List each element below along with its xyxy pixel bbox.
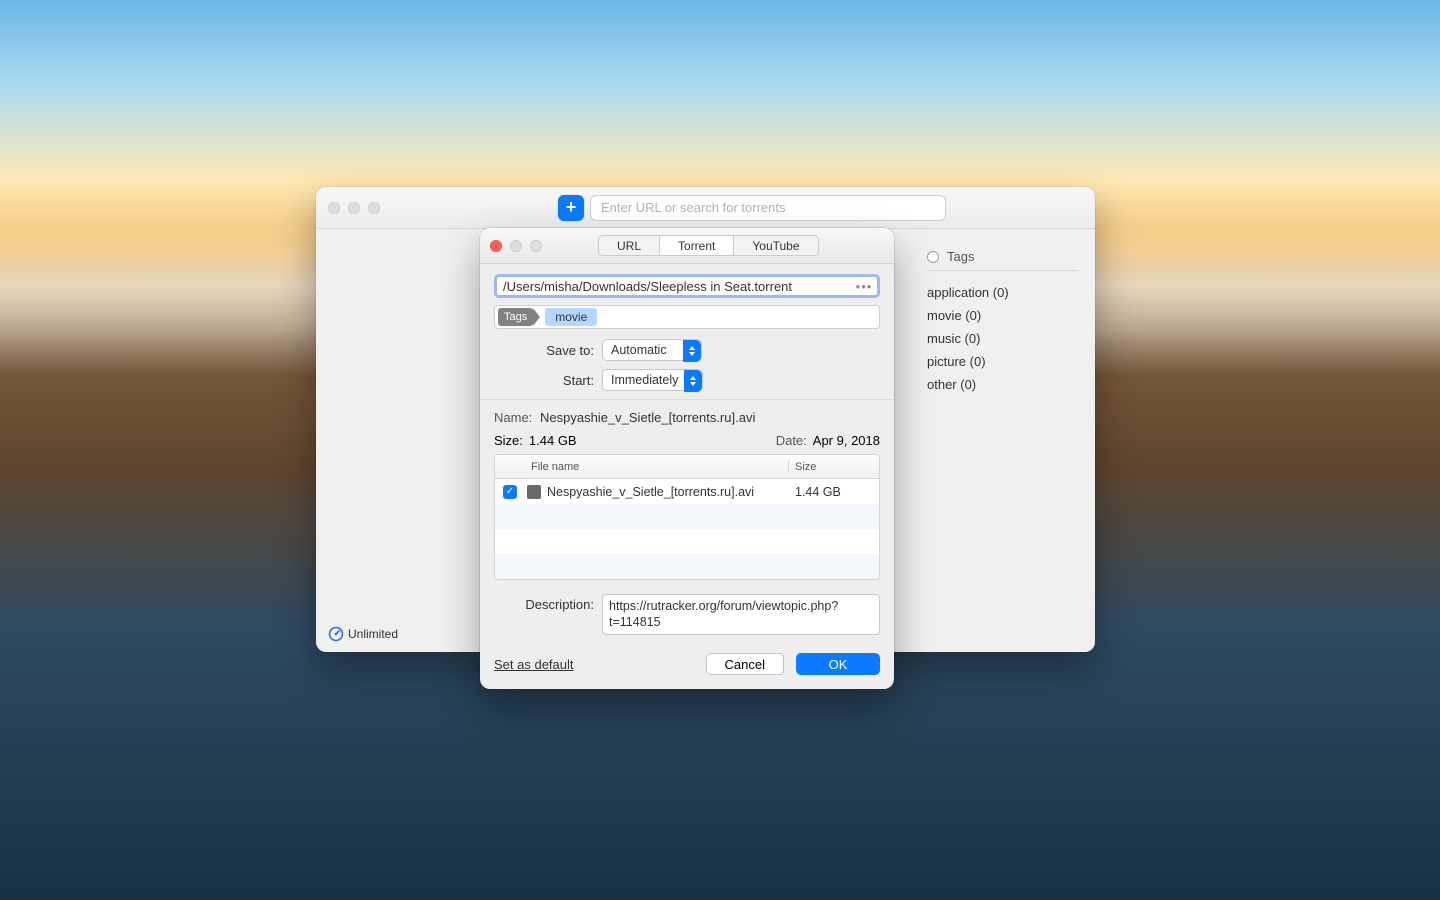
tab-youtube[interactable]: YouTube [734,236,817,255]
add-torrent-dialog: URL Torrent YouTube ••• Tags movie Save … [480,228,894,689]
sidebar-item-music[interactable]: music (0) [927,327,1077,350]
chevron-updown-icon [683,340,701,362]
tag-chip-movie[interactable]: movie [545,308,597,326]
row-filename: Nespyashie_v_Sietle_[torrents.ru].avi [547,485,754,499]
table-row-empty [495,554,879,579]
search-group: + [558,195,946,221]
name-label: Name: [494,410,538,425]
save-to-select[interactable]: Automatic [602,339,702,361]
tags-field[interactable]: Tags movie [494,305,880,329]
row-checkbox[interactable]: ✓ [503,485,517,499]
tab-url[interactable]: URL [599,236,660,255]
sidebar-item-movie[interactable]: movie (0) [927,304,1077,327]
dialog-window-controls [490,240,542,252]
gauge-icon [328,626,344,642]
sidebar-item-picture[interactable]: picture (0) [927,350,1077,373]
table-row-empty [495,504,879,529]
col-size[interactable]: Size [789,461,879,473]
sidebar-item-application[interactable]: application (0) [927,281,1077,304]
select-value: Immediately [611,373,678,387]
select-value: Automatic [611,343,667,357]
dialog-titlebar: URL Torrent YouTube [480,228,894,264]
date-value: Apr 9, 2018 [813,433,880,448]
sidebar-item-label: music (0) [927,331,980,346]
sidebar-item-label: picture (0) [927,354,986,369]
tab-torrent[interactable]: Torrent [660,236,734,255]
file-table: File name Size ✓ Nespyashie_v_Sietle_[to… [494,454,880,580]
tab-label: URL [617,239,641,253]
col-filename[interactable]: File name [525,461,789,473]
sidebar-item-other[interactable]: other (0) [927,373,1077,396]
row-size: 1.44 GB [789,485,879,499]
window-controls [328,202,380,214]
desktop-wallpaper: + Tags application (0) movie (0) music (… [0,0,1440,900]
search-input[interactable] [590,195,946,221]
sidebar-item-label: other (0) [927,377,976,392]
file-path-row: ••• [494,274,880,298]
dialog-zoom-button[interactable] [530,240,542,252]
sidebar-tags: Tags application (0) movie (0) music (0)… [927,249,1077,396]
torrent-meta: Name: Nespyashie_v_Sietle_[torrents.ru].… [480,399,894,448]
set-as-default-link[interactable]: Set as default [494,657,574,672]
tag-chip-label: movie [555,310,587,324]
torrent-path-input[interactable] [494,274,880,298]
dialog-close-button[interactable] [490,240,502,252]
dialog-actions: Set as default Cancel OK [480,635,894,689]
tags-prefix-label: Tags [498,308,533,326]
file-table-header: File name Size [495,455,879,479]
video-file-icon [527,485,541,499]
size-label: Size: [494,433,523,448]
table-row[interactable]: ✓ Nespyashie_v_Sietle_[torrents.ru].avi … [495,479,879,504]
start-label: Start: [494,373,602,388]
radio-icon[interactable] [927,251,939,263]
dialog-minimize-button[interactable] [510,240,522,252]
start-select[interactable]: Immediately [602,369,703,391]
cancel-button[interactable]: Cancel [706,653,784,675]
plus-icon: + [566,197,577,218]
window-close-button[interactable] [328,202,340,214]
description-row: Description: https://rutracker.org/forum… [494,594,880,635]
description-label: Description: [494,594,602,635]
description-input[interactable]: https://rutracker.org/forum/viewtopic.ph… [602,594,880,635]
ellipsis-icon: ••• [856,279,873,294]
status-bar: Unlimited [328,626,398,642]
date-label: Date: [776,433,807,448]
main-toolbar: + [316,187,1095,229]
button-label: Cancel [725,657,765,672]
button-label: OK [829,657,848,672]
tab-label: Torrent [678,239,715,253]
chevron-updown-icon [684,370,702,392]
table-row-empty [495,529,879,554]
ok-button[interactable]: OK [796,653,880,675]
source-segmented-control: URL Torrent YouTube [598,235,819,256]
add-button[interactable]: + [558,195,584,221]
size-value: 1.44 GB [529,433,577,448]
form-grid: Save to: Automatic Start: Immediately [494,339,880,391]
window-minimize-button[interactable] [348,202,360,214]
dialog-body: ••• Tags movie Save to: Automatic Start: [480,264,894,391]
save-to-label: Save to: [494,343,602,358]
sidebar-item-label: movie (0) [927,308,981,323]
sidebar-title-row: Tags [927,249,1077,271]
browse-button[interactable]: ••• [854,277,874,295]
name-value: Nespyashie_v_Sietle_[torrents.ru].avi [540,410,755,425]
sidebar-item-label: application (0) [927,285,1009,300]
status-label: Unlimited [348,627,398,641]
tab-label: YouTube [752,239,799,253]
window-zoom-button[interactable] [368,202,380,214]
sidebar-title: Tags [947,249,974,264]
